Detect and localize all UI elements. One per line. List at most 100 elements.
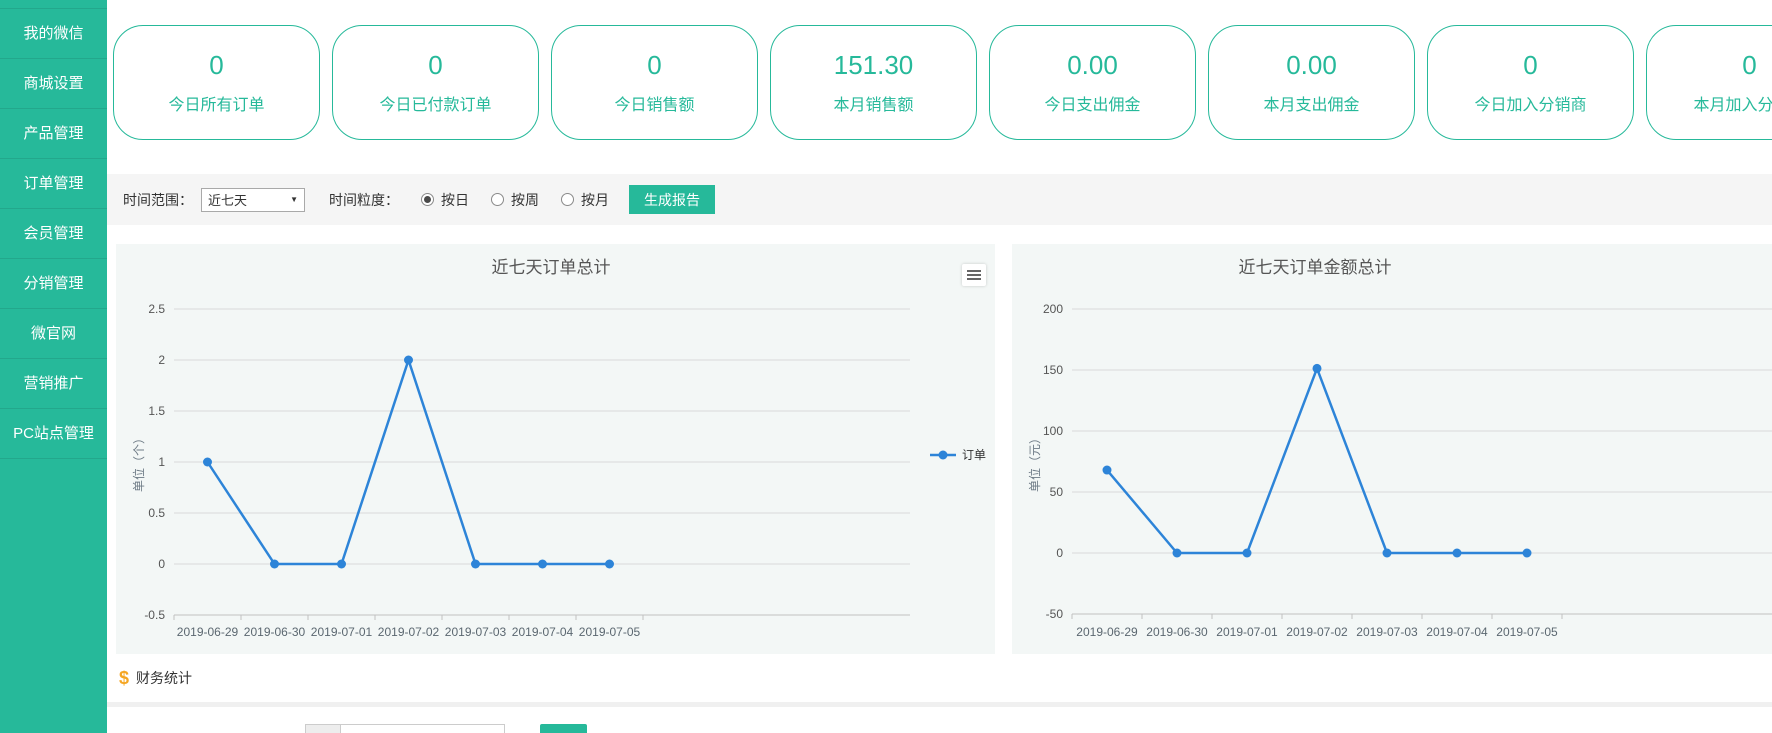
svg-text:1: 1: [158, 455, 165, 469]
time-range-select[interactable]: 近七天 ▼: [201, 188, 305, 212]
svg-text:2019-06-29: 2019-06-29: [177, 625, 239, 639]
stat-card-today-paid-orders: 0 今日已付款订单: [332, 25, 539, 140]
order-amount-trend-chart: 近七天订单金额总计单位（元） 200 150 100 50 0 -50 2019-06-29 2…: [1012, 244, 1772, 654]
svg-text:2: 2: [158, 353, 165, 367]
chart-legend[interactable]: 订单: [930, 448, 986, 462]
chart-toolbox-icon[interactable]: [962, 264, 986, 286]
svg-text:2019-07-01: 2019-07-01: [1216, 625, 1278, 639]
charts-row: 近七天订单总计单位（个） 2.5 2 1.5 1 0.5 0 -0.5 2019-06-29 20…: [107, 244, 1772, 654]
finance-section-header: $ 财务统计: [107, 654, 1772, 702]
stat-label: 本月加入分销商: [1693, 91, 1772, 115]
order-amount-chart-panel: 近七天订单金额总计单位（元） 200 150 100 50 0 -50 2019-06-29 2…: [1012, 244, 1772, 654]
sidebar-item-micro-site[interactable]: 微官网: [0, 309, 107, 359]
stat-value: 0: [428, 50, 442, 81]
sidebar-item-pc-site[interactable]: PC站点管理: [0, 409, 107, 459]
svg-text:200: 200: [1043, 302, 1063, 316]
time-range-label: 时间范围：: [123, 190, 193, 210]
svg-text:2019-07-04: 2019-07-04: [1426, 625, 1488, 639]
report-filter-bar: 时间范围： 近七天 ▼ 时间粒度： 按日 按周 按月 生成报告: [107, 174, 1772, 225]
radio-label: 按日: [441, 190, 469, 210]
svg-text:2019-07-05: 2019-07-05: [579, 625, 641, 639]
stat-card-today-commission: 0.00 今日支出佣金: [989, 25, 1196, 140]
dollar-icon: $: [119, 668, 129, 689]
radio-icon[interactable]: [421, 193, 434, 206]
sidebar-item-members[interactable]: 会员管理: [0, 209, 107, 259]
stat-label: 今日支出佣金: [1044, 91, 1140, 115]
sidebar-item-orders[interactable]: 订单管理: [0, 159, 107, 209]
svg-text:2019-06-30: 2019-06-30: [1146, 625, 1208, 639]
svg-text:0: 0: [1056, 546, 1063, 560]
sidebar-nav: 我的微信 商城设置 产品管理 订单管理 会员管理 分销管理 微官网 营销推广 P…: [0, 0, 107, 733]
main-content: 0 今日所有订单 0 今日已付款订单 0 今日销售额 151.30 本月销售额 …: [107, 0, 1772, 733]
radio-label: 按周: [511, 190, 539, 210]
stat-label: 今日已付款订单: [379, 91, 491, 115]
stat-value: 151.30: [834, 50, 914, 81]
stat-value: 0.00: [1067, 50, 1118, 81]
stat-label: 今日销售额: [614, 91, 694, 115]
stat-card-month-sales: 151.30 本月销售额: [770, 25, 977, 140]
svg-text:2019-07-03: 2019-07-03: [445, 625, 507, 639]
svg-text:单位（个）: 单位（个）: [131, 432, 146, 492]
svg-text:2019-07-05: 2019-07-05: [1496, 625, 1558, 639]
stat-card-today-sales: 0 今日销售额: [551, 25, 758, 140]
stat-label: 今日加入分销商: [1474, 91, 1586, 115]
stat-value: 0: [209, 50, 223, 81]
stat-label: 本月支出佣金: [1263, 91, 1359, 115]
sidebar-item-marketing[interactable]: 营销推广: [0, 359, 107, 409]
finance-query-button[interactable]: [540, 724, 587, 733]
stat-card-today-orders: 0 今日所有订单: [113, 25, 320, 140]
svg-text:-50: -50: [1046, 607, 1064, 621]
sidebar-item-distribution[interactable]: 分销管理: [0, 259, 107, 309]
svg-text:订单: 订单: [962, 448, 986, 462]
stat-value: 0: [647, 50, 661, 81]
finance-section: $ 财务统计: [107, 654, 1772, 733]
stat-label: 今日所有订单: [168, 91, 264, 115]
stat-value: 0: [1742, 50, 1756, 81]
finance-section-body: [107, 707, 1772, 733]
stat-card-month-commission: 0.00 本月支出佣金: [1208, 25, 1415, 140]
stat-label: 本月销售额: [833, 91, 913, 115]
sidebar-item-products[interactable]: 产品管理: [0, 109, 107, 159]
granularity-radio-week[interactable]: 按周: [491, 190, 539, 210]
orders-trend-chart: 近七天订单总计单位（个） 2.5 2 1.5 1 0.5 0 -0.5 2019-06-29 20…: [116, 244, 995, 654]
sidebar-item-partial: [0, 0, 107, 9]
generate-report-button[interactable]: 生成报告: [629, 185, 715, 214]
svg-text:2019-06-30: 2019-06-30: [244, 625, 306, 639]
radio-icon[interactable]: [561, 193, 574, 206]
svg-text:50: 50: [1050, 485, 1064, 499]
svg-text:2019-07-01: 2019-07-01: [311, 625, 373, 639]
svg-text:2019-07-04: 2019-07-04: [512, 625, 574, 639]
sidebar-item-my-wechat[interactable]: 我的微信: [0, 9, 107, 59]
svg-text:2.5: 2.5: [148, 302, 165, 316]
svg-text:100: 100: [1043, 424, 1063, 438]
svg-text:0.5: 0.5: [148, 506, 165, 520]
select-caret-icon: ▼: [290, 195, 298, 204]
svg-text:2019-07-02: 2019-07-02: [1286, 625, 1348, 639]
granularity-label: 时间粒度：: [329, 190, 399, 210]
sidebar-item-mall-settings[interactable]: 商城设置: [0, 59, 107, 109]
svg-text:近七天订单总计: 近七天订单总计: [492, 258, 611, 277]
radio-label: 按月: [581, 190, 609, 210]
orders-chart-panel: 近七天订单总计单位（个） 2.5 2 1.5 1 0.5 0 -0.5 2019-06-29 20…: [116, 244, 995, 654]
svg-text:近七天订单金额总计: 近七天订单金额总计: [1239, 258, 1392, 277]
time-range-selected-value: 近七天: [208, 190, 247, 209]
svg-text:2019-06-29: 2019-06-29: [1076, 625, 1138, 639]
finance-date-input[interactable]: [340, 724, 505, 733]
svg-text:0: 0: [158, 557, 165, 571]
svg-text:单位（元）: 单位（元）: [1027, 432, 1042, 492]
granularity-radio-day[interactable]: 按日: [421, 190, 469, 210]
radio-icon[interactable]: [491, 193, 504, 206]
svg-text:2019-07-02: 2019-07-02: [378, 625, 440, 639]
input-prefix-addon: [305, 724, 340, 733]
svg-text:2019-07-03: 2019-07-03: [1356, 625, 1418, 639]
stat-value: 0.00: [1286, 50, 1337, 81]
granularity-radio-month[interactable]: 按月: [561, 190, 609, 210]
svg-text:-0.5: -0.5: [144, 608, 165, 622]
stat-card-month-new-distributors: 0 本月加入分销商: [1646, 25, 1772, 140]
dashboard-page: 我的微信 商城设置 产品管理 订单管理 会员管理 分销管理 微官网 营销推广 P…: [0, 0, 1772, 733]
stat-card-today-new-distributors: 0 今日加入分销商: [1427, 25, 1634, 140]
stat-cards-row: 0 今日所有订单 0 今日已付款订单 0 今日销售额 151.30 本月销售额 …: [107, 0, 1772, 140]
svg-text:1.5: 1.5: [148, 404, 165, 418]
svg-text:150: 150: [1043, 363, 1063, 377]
finance-section-title: 财务统计: [136, 668, 192, 688]
